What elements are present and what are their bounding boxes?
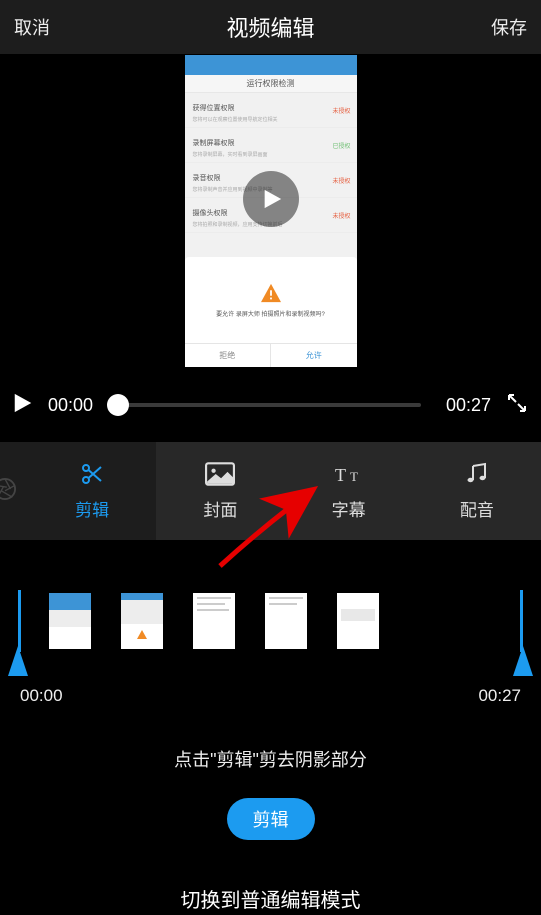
- total-time: 00:27: [435, 395, 491, 416]
- image-icon: [205, 462, 235, 486]
- hint-text: 点击"剪辑"剪去阴影部分: [0, 746, 541, 772]
- timeline-end: 00:27: [478, 686, 521, 706]
- timeline-thumb: [121, 593, 163, 649]
- trim-handle-left[interactable]: [8, 646, 28, 676]
- svg-text:T: T: [335, 465, 346, 485]
- tab-edit[interactable]: 剪辑: [28, 442, 156, 540]
- tab-label: 配音: [460, 496, 494, 521]
- timeline-start: 00:00: [20, 686, 63, 706]
- page-title: 视频编辑: [226, 11, 314, 43]
- timeline-thumb: [193, 593, 235, 649]
- timeline-thumb: [265, 593, 307, 649]
- trim-handle-right[interactable]: [513, 646, 533, 676]
- svg-text:T: T: [350, 469, 358, 484]
- header: 取消 视频编辑 保存: [0, 0, 541, 54]
- playback-controls: 00:00 00:27: [0, 368, 541, 442]
- cancel-button[interactable]: 取消: [14, 14, 50, 40]
- timeline-thumb: [49, 593, 91, 649]
- clip-button[interactable]: 剪辑: [227, 798, 315, 840]
- tab-cover[interactable]: 封面: [156, 442, 284, 540]
- music-icon: [462, 462, 492, 486]
- warning-icon: [260, 283, 282, 303]
- timeline-thumb: [337, 593, 379, 649]
- play-button[interactable]: [12, 391, 34, 420]
- preview-title: 运行权限检测: [185, 75, 357, 93]
- tab-subtitle[interactable]: TT 字幕: [285, 442, 413, 540]
- clip-timeline: 00:00 00:27: [0, 590, 541, 706]
- tab-label: 封面: [203, 496, 237, 521]
- tab-label: 字幕: [332, 496, 366, 521]
- save-button[interactable]: 保存: [491, 14, 527, 40]
- fullscreen-button[interactable]: [505, 391, 529, 420]
- aperture-icon: [0, 442, 28, 540]
- seek-bar[interactable]: [118, 403, 421, 407]
- current-time: 00:00: [48, 395, 104, 416]
- seek-thumb[interactable]: [107, 394, 129, 416]
- preview-phone-frame: 运行权限检测 获得位置权限您将可以在观察位置使用导航定位相关 未授权 录制屏幕权…: [185, 55, 357, 367]
- text-icon: TT: [334, 462, 364, 486]
- timeline-track[interactable]: [18, 590, 523, 652]
- tab-dub[interactable]: 配音: [413, 442, 541, 540]
- preview-dialog: 要允许 录屏大师 拍摄照片和录制视频吗? 拒绝 允许: [185, 257, 357, 367]
- tab-label: 剪辑: [75, 496, 109, 521]
- video-preview[interactable]: 运行权限检测 获得位置权限您将可以在观察位置使用导航定位相关 未授权 录制屏幕权…: [0, 54, 541, 368]
- play-overlay-icon[interactable]: [243, 171, 299, 227]
- tool-tabs: 剪辑 封面 TT 字幕 配音: [0, 442, 541, 540]
- scissors-icon: [77, 462, 107, 486]
- switch-mode-link[interactable]: 切换到普通编辑模式: [0, 884, 541, 913]
